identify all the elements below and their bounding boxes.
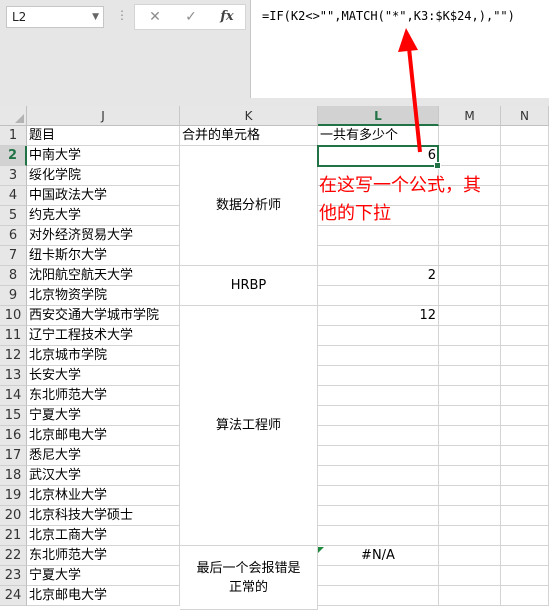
annotation-arrow-icon: [398, 28, 422, 153]
